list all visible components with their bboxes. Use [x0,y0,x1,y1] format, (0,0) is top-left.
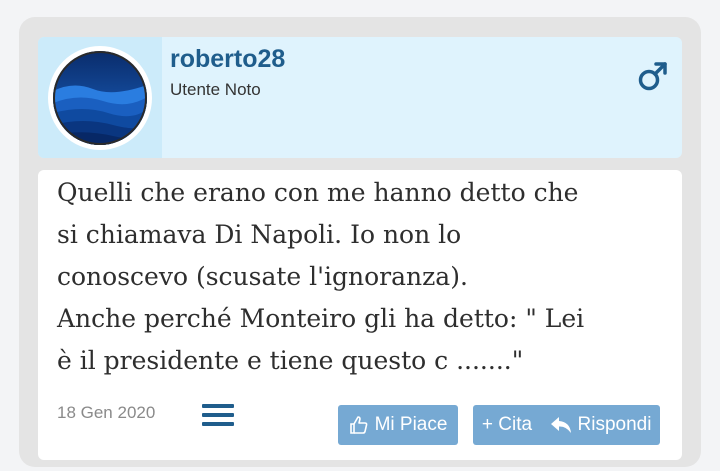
post-date: 18 Gen 2020 [57,403,156,422]
message-line: si chiamava Di Napoli. Io non lo [57,220,462,249]
reply-button[interactable]: Rispondi [541,405,660,445]
message-line: conoscevo (scusate l'ignoranza). [57,262,468,291]
like-button[interactable]: Mi Piace [338,405,458,445]
reply-label: Rispondi [577,414,652,435]
thumbs-up-icon [349,416,367,434]
avatar[interactable] [48,46,152,150]
username[interactable]: roberto28 [170,45,285,74]
quote-button[interactable]: + Cita [473,405,541,445]
male-icon [636,59,670,93]
quote-label: + Cita [481,414,533,435]
message-line: Quelli che erano con me hanno detto che [57,178,579,207]
like-label: Mi Piace [374,414,448,435]
mountain-landscape-image [53,51,147,145]
menu-icon[interactable] [202,404,234,426]
reply-icon [550,417,571,433]
message-line: Anche perché Monteiro gli ha detto: " Le… [57,304,585,333]
user-title: Utente Noto [170,80,261,99]
post-message: Quelli che erano con me hanno detto che … [57,172,667,382]
message-line: è il presidente e tiene questo c .......… [57,346,524,375]
